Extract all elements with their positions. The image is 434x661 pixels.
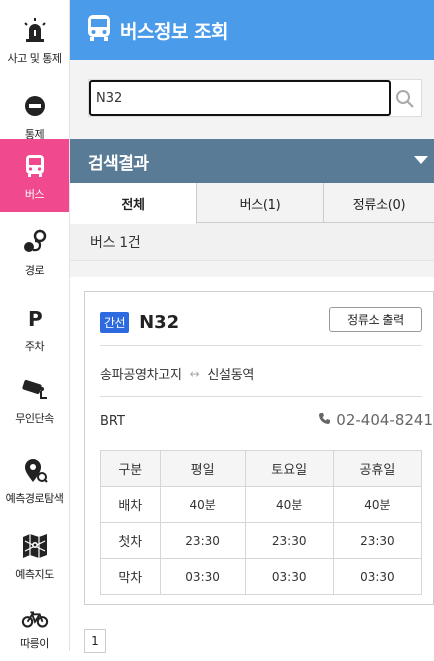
table-header-row: 구분 평일 토요일 공휴일 — [100, 450, 423, 487]
bus-icon — [86, 14, 112, 46]
bus-company: BRT — [100, 414, 125, 429]
table-cell: 40분 — [159, 486, 246, 523]
table-cell: 23:30 — [332, 522, 423, 559]
result-tabs: 전체 버스(1) 정류소(0) — [70, 183, 434, 224]
tab-bus[interactable]: 버스(1) — [197, 183, 324, 223]
table-row: 배차 40분 40분 40분 — [100, 486, 423, 523]
table-cell: 03:30 — [244, 558, 334, 595]
table-row: 첫차 23:30 23:30 23:30 — [100, 522, 423, 559]
page-title: 버스정보 조회 — [120, 20, 229, 43]
result-count: 버스 1건 — [70, 223, 434, 261]
route-number[interactable]: N32 — [139, 312, 179, 333]
phone-number: 02-404-8241 — [336, 411, 433, 429]
bus-info-panel: 버스정보 조회 검색결과 전체 버스(1) 정류소(0) 버스 1건 간선 N3… — [70, 0, 434, 653]
results-header[interactable]: 검색결과 — [70, 139, 434, 183]
route-origin: 송파공영차고지 — [100, 368, 182, 383]
sidebar-item-label: 예측지도 — [15, 568, 54, 581]
tab-stop[interactable]: 정류소(0) — [324, 183, 434, 223]
speed-camera-icon — [21, 376, 49, 404]
table-cell: 03:30 — [332, 558, 423, 595]
divider — [100, 396, 422, 397]
column-header: 평일 — [159, 450, 246, 487]
sidebar-item-accident[interactable]: 사고 및 통제 — [0, 0, 69, 76]
column-header: 공휴일 — [332, 450, 423, 487]
tab-all[interactable]: 전체 — [70, 183, 197, 224]
search-icon[interactable] — [395, 89, 415, 109]
schedule-table: 구분 평일 토요일 공휴일 배차 40분 40분 40분 첫차 23:30 23… — [100, 450, 423, 595]
predict-route-icon — [21, 456, 49, 484]
table-cell: 40분 — [244, 486, 334, 523]
table-cell: 40분 — [332, 486, 423, 523]
bicycle-icon — [21, 609, 49, 629]
row-header: 막차 — [100, 558, 161, 595]
sidebar-item-label: 무인단속 — [15, 412, 54, 425]
column-header: 토요일 — [244, 450, 334, 487]
sidebar-item-label: 경로 — [24, 264, 45, 277]
table-row: 막차 03:30 03:30 03:30 — [100, 558, 423, 595]
results-title: 검색결과 — [88, 153, 149, 174]
sidebar-item-bus[interactable]: 버스 — [0, 139, 69, 212]
sidebar-item-parking[interactable]: P 주차 — [0, 288, 69, 364]
accident-alert-icon — [21, 16, 49, 44]
route-type-badge: 간선 — [100, 312, 130, 333]
sidebar-item-label: 버스 — [24, 188, 45, 201]
sidebar-item-predict-map[interactable]: 예측지도 — [0, 516, 69, 592]
route-card[interactable]: 간선 N32 정류소 출력 송파공영차고지 ↔ 신설동역 BRT 02-404-… — [84, 291, 434, 605]
route-heading: 간선 N32 — [100, 312, 179, 333]
sidebar-item-camera[interactable]: 무인단속 — [0, 360, 69, 436]
phone-icon — [318, 411, 331, 429]
sidebar-item-label: 예측경로탐색 — [5, 492, 64, 505]
table-cell: 23:30 — [159, 522, 246, 559]
search-input[interactable] — [89, 80, 391, 116]
predict-map-icon — [21, 532, 49, 560]
route-endpoints: 송파공영차고지 ↔ 신설동역 — [100, 364, 255, 384]
search-box — [88, 79, 422, 117]
column-header: 구분 — [100, 450, 161, 487]
bus-icon — [21, 152, 49, 180]
print-stops-button[interactable]: 정류소 출력 — [329, 307, 422, 332]
row-header: 첫차 — [100, 522, 161, 559]
svg-text:P: P — [28, 307, 43, 330]
route-destination: 신설동역 — [207, 368, 255, 383]
table-cell: 23:30 — [244, 522, 334, 559]
results-list: 간선 N32 정류소 출력 송파공영차고지 ↔ 신설동역 BRT 02-404-… — [70, 277, 434, 653]
sidebar-item-label: 사고 및 통제 — [7, 52, 62, 65]
company-phone[interactable]: 02-404-8241 — [318, 411, 433, 429]
sidebar: 사고 및 통제 통제 버스 경로 P 주차 무인단속 예측경로탐색 예측지도 따… — [0, 0, 70, 651]
no-entry-icon — [21, 92, 49, 120]
row-header: 배차 — [100, 486, 161, 523]
divider — [100, 345, 422, 346]
sidebar-item-label: 따릉이 — [20, 637, 49, 650]
table-cell: 03:30 — [159, 558, 246, 595]
sidebar-item-route[interactable]: 경로 — [0, 212, 69, 288]
panel-header: 버스정보 조회 — [70, 0, 434, 60]
caret-down-icon[interactable] — [414, 156, 428, 164]
sidebar-item-predict-route[interactable]: 예측경로탐색 — [0, 436, 69, 516]
search-area — [70, 60, 434, 139]
route-icon — [21, 228, 49, 256]
sidebar-item-label: 주차 — [24, 340, 45, 353]
bidirectional-arrow-icon: ↔ — [189, 366, 200, 381]
parking-icon: P — [21, 304, 49, 332]
page-button-1[interactable]: 1 — [84, 629, 106, 653]
